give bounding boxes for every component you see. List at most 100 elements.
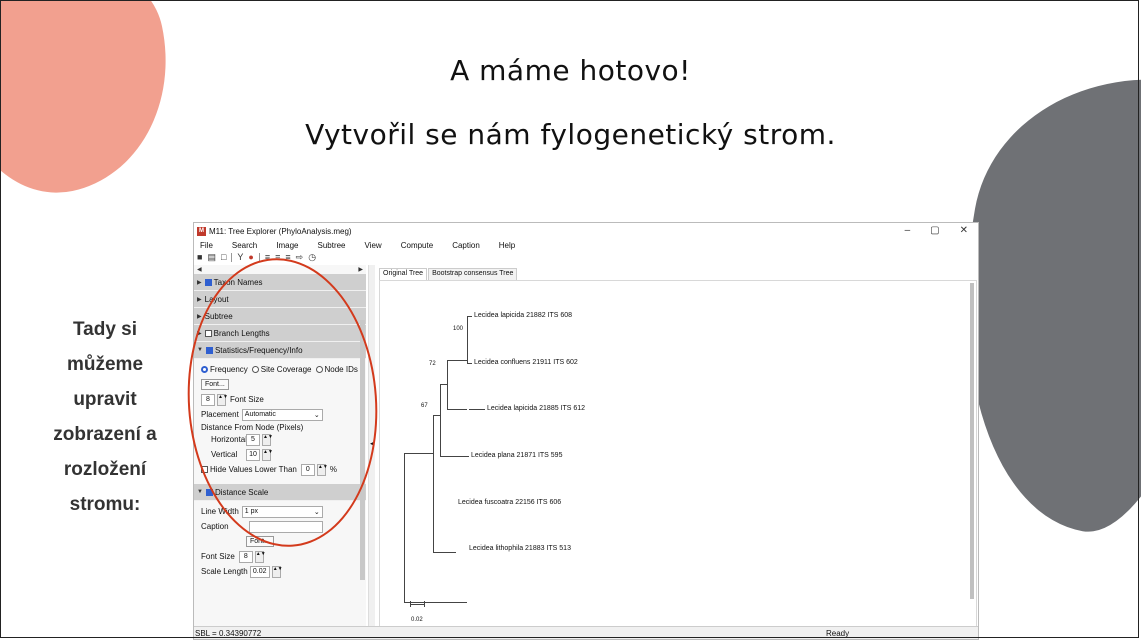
tree-branch [433, 552, 456, 553]
menu-help[interactable]: Help [499, 241, 515, 250]
chevron-right-icon: ▶ [197, 296, 202, 303]
vertical-spinner[interactable]: ▲▼ [262, 448, 273, 461]
tree-branch [447, 360, 448, 409]
side-note-line: můžeme [66, 354, 144, 375]
hide-values-spinner[interactable]: ▲▼ [316, 463, 328, 476]
horizontal-scrollbar[interactable]: ◀ ▶ [194, 265, 366, 274]
tab-original-tree[interactable]: Original Tree [379, 268, 428, 280]
line-width-label: Line Width [201, 507, 239, 516]
scroll-left-icon[interactable]: ◀ [197, 266, 202, 273]
bootstrap-value: 67 [421, 403, 428, 409]
info-icon[interactable]: ● [248, 252, 253, 262]
taxon-label: Lecidea lapicida 21885 ITS 612 [487, 405, 586, 412]
section-subtree[interactable]: ▶ Subtree [194, 308, 366, 325]
scale-bar-tick [410, 601, 411, 607]
checkbox-taxon-names[interactable] [204, 278, 212, 286]
tree-layout-3-icon[interactable]: ≡ [285, 252, 290, 262]
menu-search[interactable]: Search [232, 241, 257, 250]
section-label: Statistics/Frequency/Info [214, 345, 303, 355]
menu-caption[interactable]: Caption [452, 241, 480, 250]
status-bar: SBL = 0.34390772 Ready [194, 626, 978, 639]
taxon-label: Lecidea confluens 21911 ITS 602 [474, 359, 578, 366]
radio-label: Site Coverage [260, 365, 312, 374]
section-label: Branch Lengths [213, 328, 270, 338]
tab-bootstrap-consensus[interactable]: Bootstrap consensus Tree [428, 268, 518, 280]
radio-node-ids[interactable] [315, 366, 323, 373]
window-titlebar: M M11: Tree Explorer (PhyloAnalysis.meg)… [194, 223, 978, 240]
section-branch-lengths[interactable]: ▶ Branch Lengths [194, 325, 366, 342]
tree-layout-2-icon[interactable]: ≡ [275, 252, 280, 262]
section-layout[interactable]: ▶ Layout [194, 291, 366, 308]
distance-scale-panel: Line Width 1 px ⌄ Caption Font... Font Siz… [194, 501, 366, 582]
section-taxon-names[interactable]: ▶ Taxon Names [194, 274, 366, 291]
menu-view[interactable]: View [365, 241, 382, 250]
pane-splitter[interactable]: ◀ [368, 265, 375, 629]
checkbox-hide-values[interactable] [201, 466, 208, 473]
window-title: M11: Tree Explorer (PhyloAnalysis.meg) [209, 227, 352, 236]
tree-branch [433, 415, 434, 552]
section-statistics[interactable]: ▼ Statistics/Frequency/Info [194, 342, 366, 359]
radio-label: Node IDs [324, 365, 358, 374]
tree-branch [440, 456, 469, 457]
scale-font-size-spinner[interactable]: ▲▼ [254, 550, 266, 563]
scale-length-input[interactable]: 0.02 [249, 565, 270, 578]
checkbox-branch-lengths[interactable] [204, 329, 212, 337]
horizontal-input[interactable]: 5 [246, 433, 260, 446]
line-width-select[interactable]: 1 px ⌄ [241, 505, 323, 518]
scale-length-spinner[interactable]: ▲▼ [271, 565, 283, 578]
toolbar-separator [258, 252, 260, 262]
section-label: Subtree [204, 311, 233, 321]
hide-values-label: Hide Values Lower Than [210, 465, 297, 474]
radio-frequency[interactable] [201, 366, 208, 373]
tree-branch [440, 384, 441, 456]
section-label: Distance Scale [214, 487, 269, 497]
horizontal-spinner[interactable]: ▲▼ [262, 433, 273, 446]
percent-label: % [329, 465, 337, 474]
menu-file[interactable]: File [200, 241, 213, 250]
print-icon[interactable]: ▤ [207, 252, 216, 263]
slide-subtitle: Vytvořil se nám fylogenetický strom. [305, 118, 836, 151]
caption-input[interactable] [248, 520, 323, 533]
tree-branch [404, 453, 433, 454]
options-scrollbar[interactable] [360, 320, 365, 580]
filter-icon[interactable]: Υ [237, 252, 243, 262]
checkbox-distance-scale[interactable] [205, 488, 213, 496]
menu-subtree[interactable]: Subtree [317, 241, 345, 250]
scroll-right-icon[interactable]: ▶ [358, 266, 363, 273]
caption-label: Caption [201, 522, 229, 531]
chevron-down-icon: ▼ [197, 489, 203, 495]
scale-font-button[interactable]: Font... [246, 536, 274, 547]
save-icon[interactable]: ■ [197, 252, 202, 262]
chevron-down-icon: ⌄ [313, 508, 320, 516]
checkbox-statistics[interactable] [205, 346, 213, 354]
placement-select[interactable]: Automatic ⌄ [241, 408, 323, 421]
section-label: Taxon Names [213, 277, 263, 287]
font-button[interactable]: Font... [201, 379, 229, 390]
tree-canvas: Lecidea lapicida 21882 ITS 608 Lecidea c… [379, 280, 977, 630]
scale-font-size-input[interactable]: 8 [238, 550, 253, 563]
section-label: Layout [204, 294, 229, 304]
section-distance-scale[interactable]: ▼ Distance Scale [194, 484, 366, 501]
close-button[interactable]: ✕ [960, 225, 968, 236]
copy-icon[interactable]: □ [221, 252, 226, 262]
vertical-input[interactable]: 10 [246, 448, 260, 461]
hide-values-input[interactable]: 0 [300, 463, 315, 476]
tree-scrollbar[interactable] [970, 283, 974, 599]
clock-icon[interactable]: ◷ [308, 252, 316, 263]
collapse-icon[interactable]: ◀ [370, 441, 374, 447]
swap-icon[interactable]: ⇨ [296, 252, 304, 263]
toolbar: ■ ▤ □ Υ ● ≡ ≡ ≡ ⇨ ◷ [194, 251, 978, 263]
minimize-button[interactable]: – [905, 225, 911, 236]
radio-site-coverage[interactable] [251, 366, 259, 373]
font-size-label: Font Size [230, 395, 264, 404]
maximize-button[interactable]: ▢ [930, 225, 939, 236]
taxon-label: Lecidea fuscoatra 22156 ITS 606 [458, 499, 562, 506]
horizontal-label: Horizontal [211, 435, 248, 444]
tree-layout-icon[interactable]: ≡ [265, 252, 270, 262]
menu-compute[interactable]: Compute [401, 241, 433, 250]
menu-image[interactable]: Image [276, 241, 298, 250]
font-size-spinner[interactable]: ▲▼ [217, 393, 228, 406]
radio-label: Frequency [210, 365, 248, 374]
font-size-input[interactable]: 8 [201, 393, 215, 406]
side-note-line: stromu: [69, 494, 141, 515]
